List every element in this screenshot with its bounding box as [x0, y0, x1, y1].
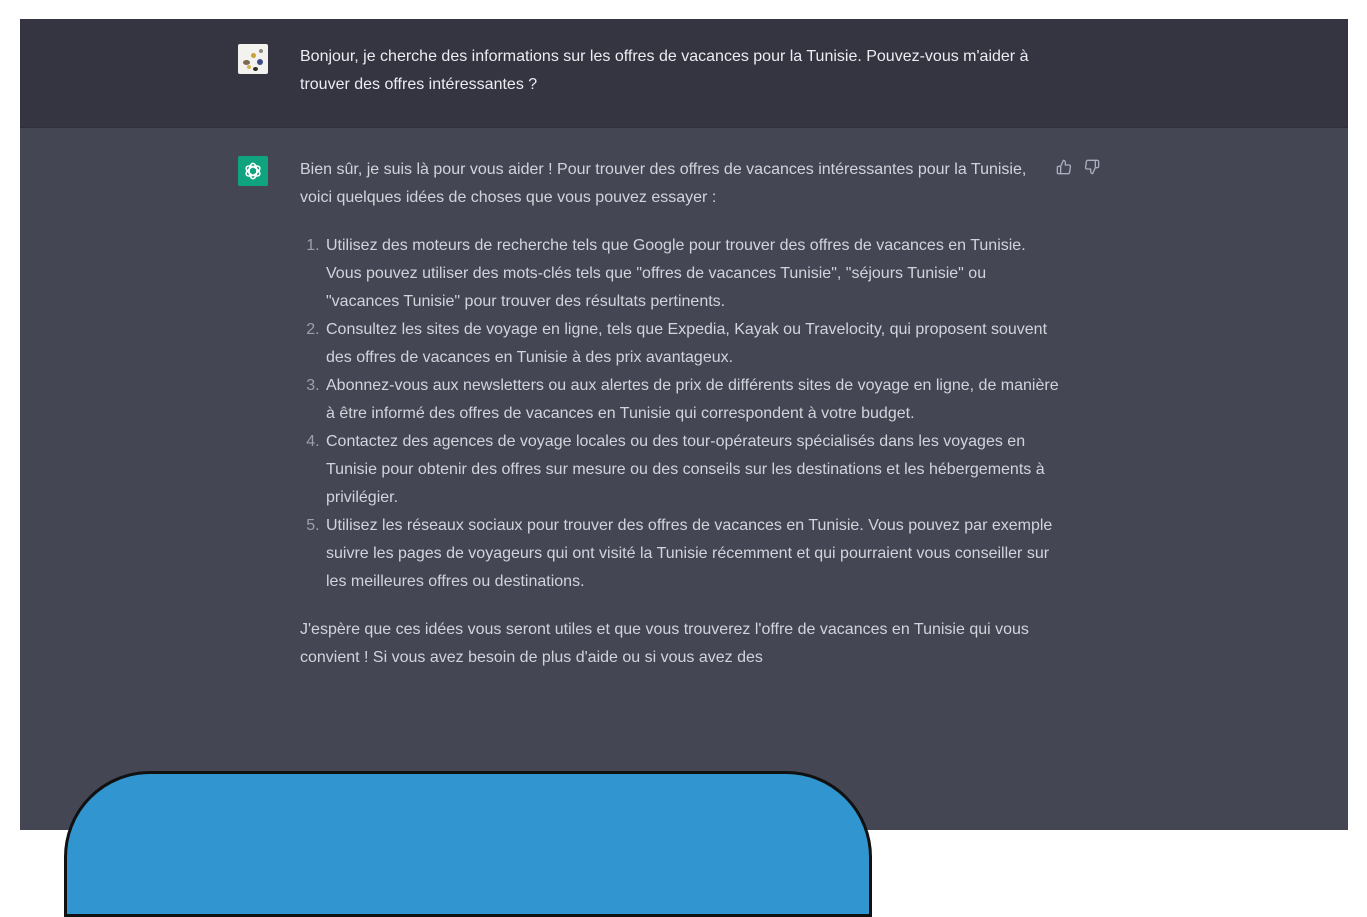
user-message-row: Bonjour, je cherche des informations sur…: [20, 19, 1348, 128]
user-avatar: [238, 44, 268, 74]
overlay-shape: [64, 771, 872, 917]
chat-window: Bonjour, je cherche des informations sur…: [20, 19, 1348, 830]
thumbs-down-icon: [1084, 159, 1100, 175]
list-item: Utilisez des moteurs de recherche tels q…: [324, 232, 1060, 316]
thumbs-down-button[interactable]: [1083, 158, 1101, 176]
list-item: Contactez des agences de voyage locales …: [324, 428, 1060, 512]
list-item: Utilisez les réseaux sociaux pour trouve…: [324, 512, 1060, 596]
assistant-message: Bien sûr, je suis là pour vous aider ! P…: [300, 156, 1060, 672]
assistant-intro: Bien sûr, je suis là pour vous aider ! P…: [300, 161, 1027, 206]
feedback-controls: [1055, 158, 1101, 176]
thumbs-up-button[interactable]: [1055, 158, 1073, 176]
assistant-closing: J'espère que ces idées vous seront utile…: [300, 621, 1029, 666]
openai-logo-icon: [245, 162, 261, 180]
list-item: Consultez les sites de voyage en ligne, …: [324, 316, 1060, 372]
user-message-text: Bonjour, je cherche des informations sur…: [300, 48, 1029, 93]
list-item: Abonnez-vous aux newsletters ou aux aler…: [324, 372, 1060, 428]
suggestions-list: Utilisez des moteurs de recherche tels q…: [300, 232, 1060, 596]
thumbs-up-icon: [1056, 159, 1072, 175]
assistant-avatar: [238, 156, 268, 186]
